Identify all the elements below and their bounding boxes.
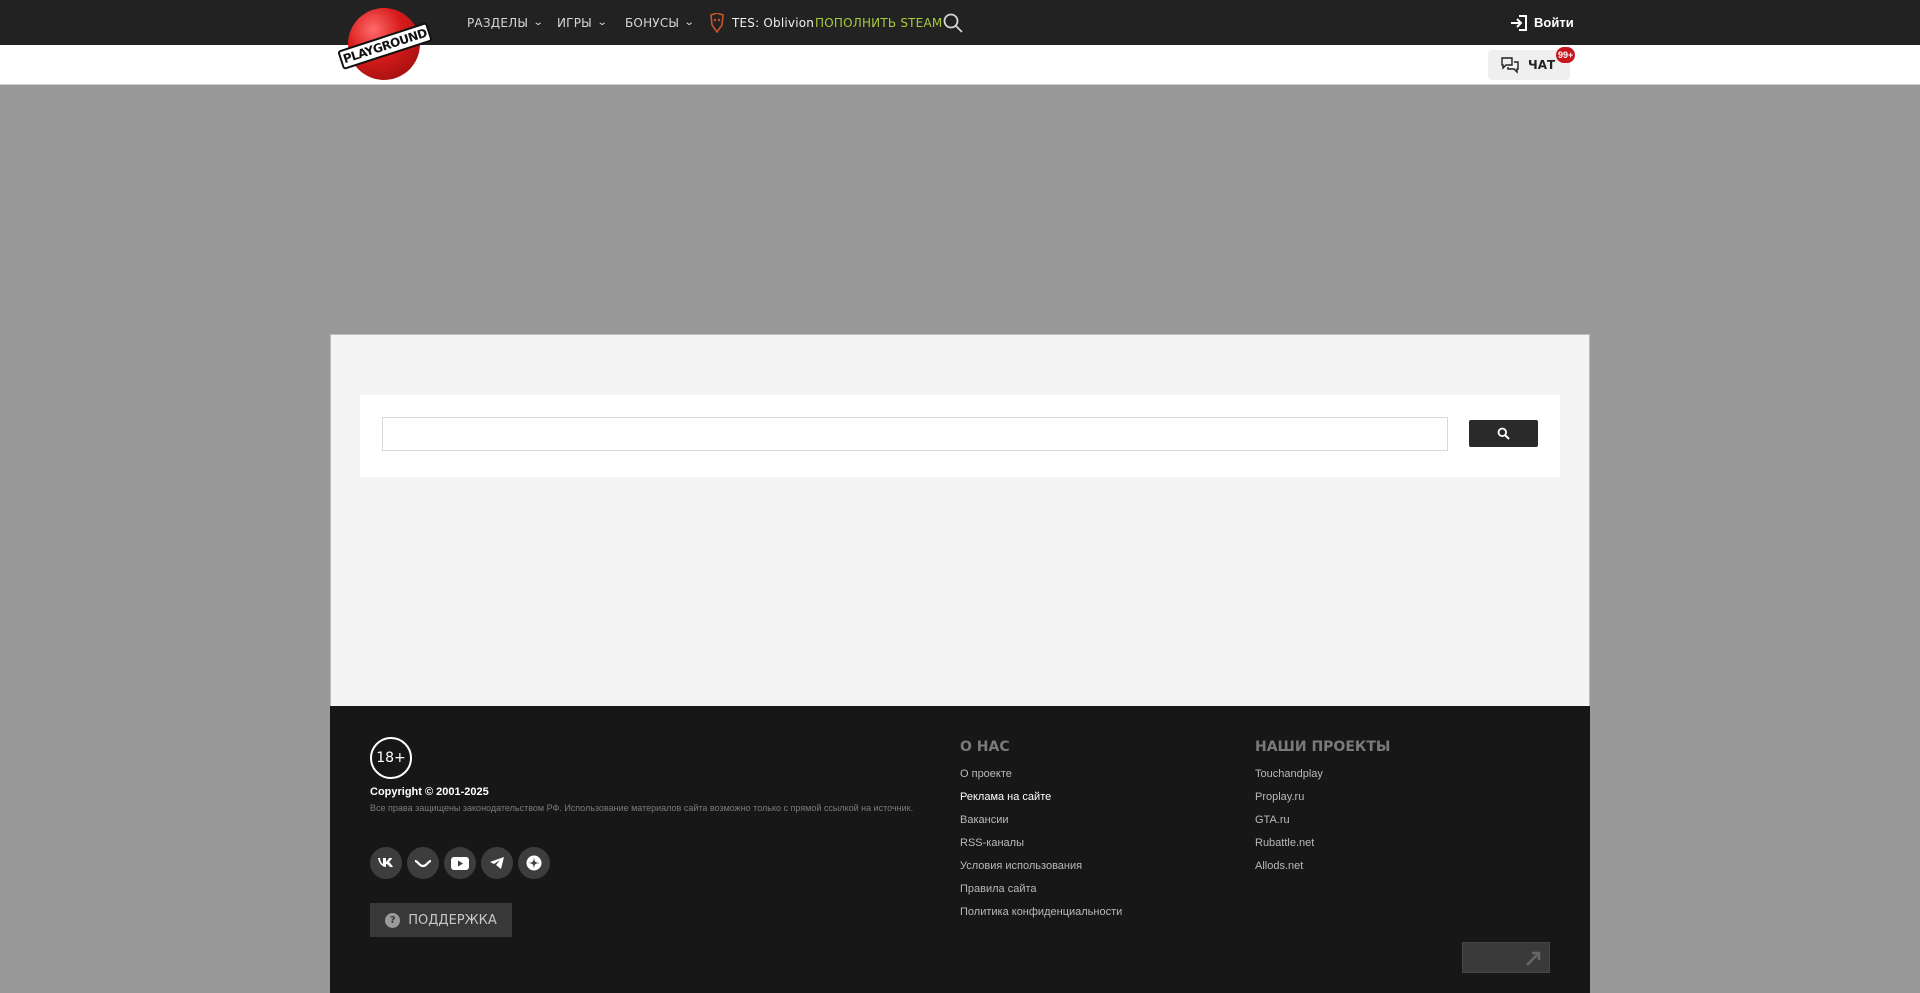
zen-icon[interactable] — [518, 847, 550, 879]
project-link[interactable]: Proplay.ru — [1255, 789, 1323, 812]
youtube-icon[interactable] — [444, 847, 476, 879]
search-icon — [1497, 427, 1510, 440]
social-links — [370, 847, 550, 879]
sub-navbar — [0, 45, 1920, 85]
nav-games[interactable]: ИГРЫ ⌄ — [557, 0, 608, 45]
telegram-icon[interactable] — [481, 847, 513, 879]
arrow-icon — [1526, 951, 1541, 966]
main-content — [330, 334, 1590, 706]
login-button[interactable]: Войти — [1510, 0, 1574, 45]
about-links: О проекте Реклама на сайте Вакансии RSS-… — [960, 766, 1122, 927]
nav-games-label: ИГРЫ — [557, 15, 592, 30]
footer-link[interactable]: Правила сайта — [960, 881, 1122, 904]
nav-game-label: TES: Oblivion — [732, 15, 815, 30]
vk-icon[interactable] — [370, 847, 402, 879]
chevron-down-icon: ⌄ — [683, 17, 696, 28]
chat-count-badge: 99+ — [1556, 47, 1576, 63]
project-link[interactable]: Rubattle.net — [1255, 835, 1323, 858]
footer-link[interactable]: Условия использования — [960, 858, 1122, 881]
login-icon — [1511, 14, 1527, 31]
footer-link[interactable]: Реклама на сайте — [960, 789, 1122, 812]
age-rating-badge: 18+ — [370, 737, 412, 779]
footer-link[interactable]: О проекте — [960, 766, 1122, 789]
chat-label: ЧАТ — [1528, 58, 1556, 72]
nav-sections[interactable]: РАЗДЕЛЫ ⌄ — [467, 0, 544, 45]
project-link[interactable]: GTA.ru — [1255, 812, 1323, 835]
help-icon: ? — [385, 912, 401, 928]
copyright: Copyright © 2001-2025 — [370, 786, 489, 798]
project-link[interactable]: Touchandplay — [1255, 766, 1323, 789]
nav-game-link[interactable]: TES: Oblivion — [709, 0, 814, 45]
nav-bonuses[interactable]: БОНУСЫ ⌄ — [625, 0, 696, 45]
nav-steam-label: ПОПОЛНИТЬ STEAM — [815, 15, 943, 30]
project-links: Touchandplay Proplay.ru GTA.ru Rubattle.… — [1255, 766, 1323, 881]
about-title: О НАС — [960, 739, 1010, 755]
rights-notice: Все права защищены законодательством РФ.… — [370, 803, 914, 813]
login-label: Войти — [1534, 15, 1574, 30]
support-label: ПОДДЕРЖКА — [408, 912, 497, 928]
chevron-down-icon: ⌄ — [596, 17, 608, 28]
support-button[interactable]: ? ПОДДЕРЖКА — [370, 903, 512, 937]
project-link[interactable]: Allods.net — [1255, 858, 1323, 881]
projects-title: НАШИ ПРОЕКТЫ — [1255, 739, 1391, 755]
footer-link[interactable]: RSS-каналы — [960, 835, 1122, 858]
site-logo[interactable]: PLAYGROUND — [337, 6, 433, 80]
partner-badge[interactable] — [1462, 942, 1550, 973]
nav-bonuses-label: БОНУСЫ — [625, 15, 680, 30]
search-submit-button[interactable] — [1469, 420, 1538, 447]
chat-icon — [1501, 57, 1519, 74]
chevron-down-icon: ⌄ — [532, 17, 544, 28]
footer-link[interactable]: Вакансии — [960, 812, 1122, 835]
footer-link[interactable]: Политика конфиденциальности — [960, 904, 1122, 927]
search-icon[interactable] — [942, 12, 964, 34]
nav-steam-topup[interactable]: ПОПОЛНИТЬ STEAM — [815, 0, 942, 45]
nav-sections-label: РАЗДЕЛЫ — [467, 15, 529, 30]
search-input[interactable] — [382, 417, 1448, 451]
steam-icon[interactable] — [407, 847, 439, 879]
oblivion-icon — [709, 11, 725, 33]
